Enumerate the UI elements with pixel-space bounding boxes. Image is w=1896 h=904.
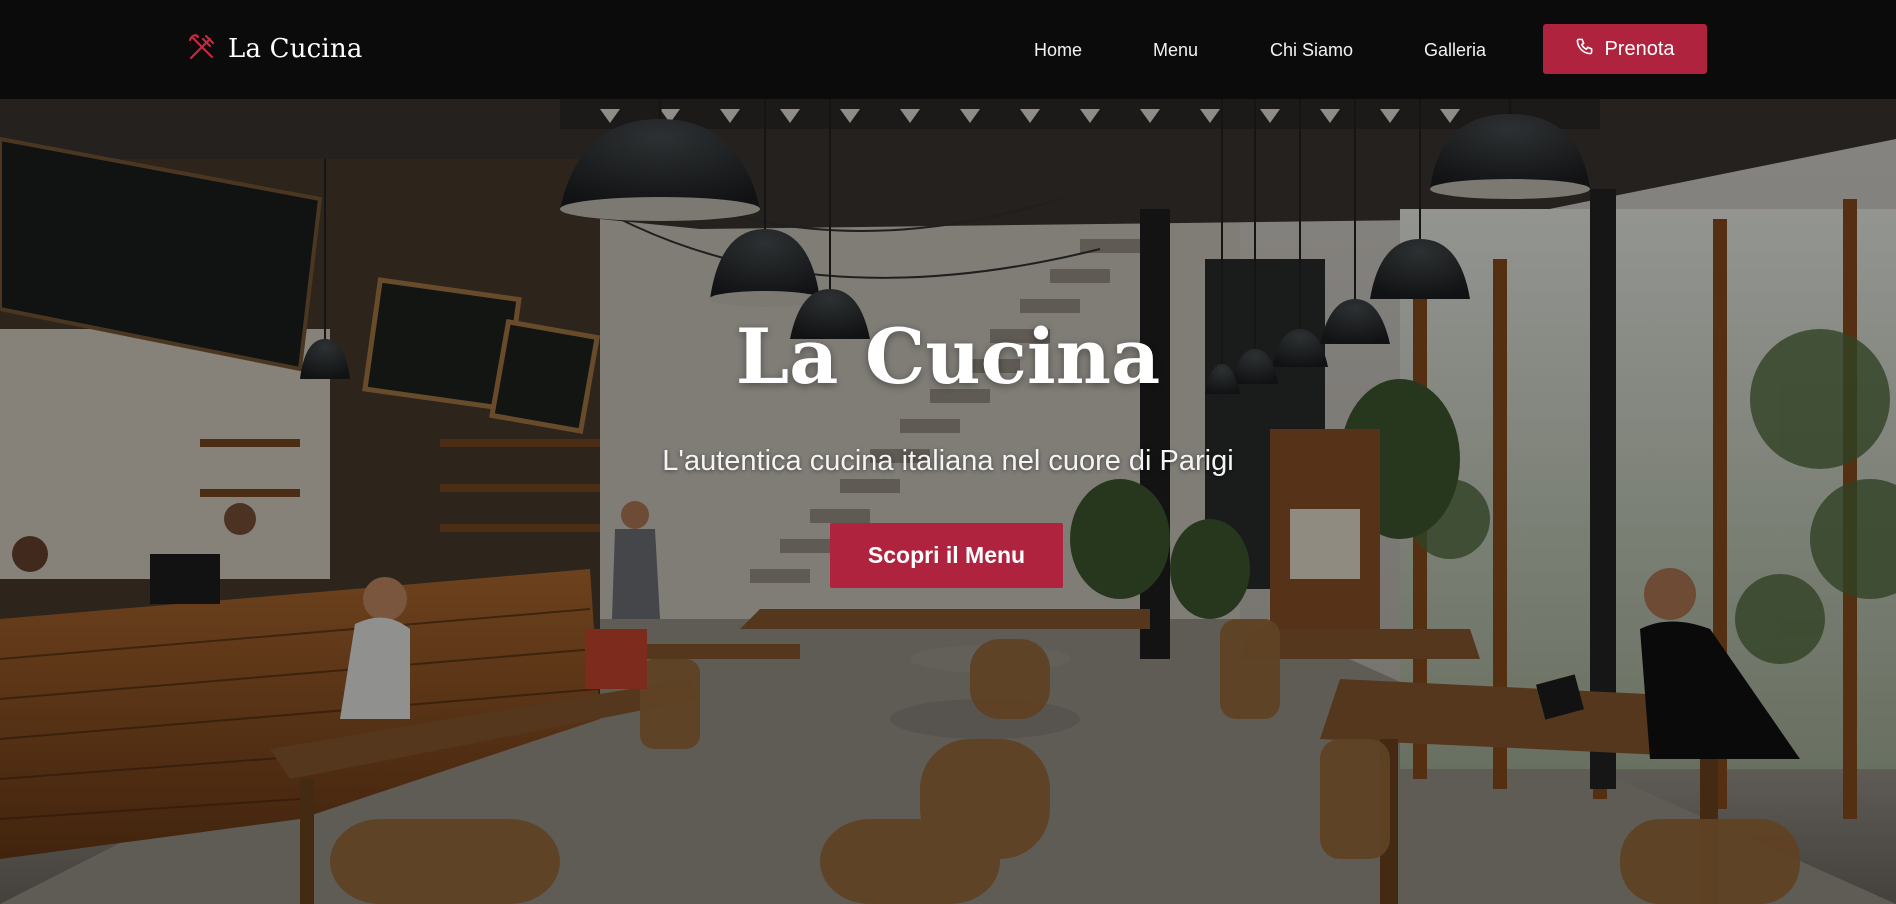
prenota-label: Prenota xyxy=(1604,37,1675,60)
nav-link-menu[interactable]: Menu xyxy=(1153,40,1198,61)
hero-subtitle: L'autentica cucina italiana nel cuore di… xyxy=(662,445,1234,477)
fork-knife-icon xyxy=(186,31,218,68)
discover-menu-button[interactable]: Scopri il Menu xyxy=(830,523,1063,588)
nav-link-home[interactable]: Home xyxy=(1034,40,1082,61)
top-navbar: La Cucina Home Menu Chi Siamo Galleria P… xyxy=(0,0,1896,99)
brand-logo[interactable]: La Cucina xyxy=(186,30,363,68)
nav-link-chi-siamo[interactable]: Chi Siamo xyxy=(1270,40,1353,61)
prenota-button[interactable]: Prenota xyxy=(1543,24,1707,74)
phone-icon xyxy=(1575,37,1594,62)
brand-name: La Cucina xyxy=(228,34,363,64)
hero-content: La Cucina L'autentica cucina italiana ne… xyxy=(0,99,1896,904)
nav-link-galleria[interactable]: Galleria xyxy=(1424,40,1486,61)
hero-section: La Cucina L'autentica cucina italiana ne… xyxy=(0,99,1896,904)
hero-title: La Cucina xyxy=(735,312,1161,401)
